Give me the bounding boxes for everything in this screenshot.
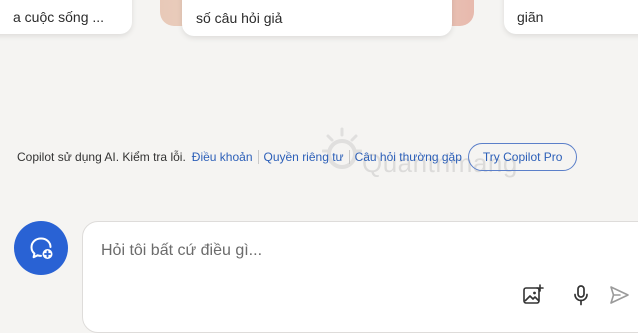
suggestion-card[interactable]: số câu hỏi giả — [182, 0, 452, 36]
faq-link[interactable]: Câu hỏi thường gặp — [355, 150, 462, 164]
chat-composer — [82, 221, 638, 333]
terms-link[interactable]: Điều khoản — [192, 150, 253, 164]
suggestion-card[interactable]: giãn — [504, 0, 638, 34]
new-chat-button[interactable] — [14, 221, 68, 275]
divider — [348, 150, 350, 164]
send-icon — [610, 286, 629, 304]
suggestion-card[interactable]: a cuộc sống ... — [0, 0, 132, 34]
chat-input[interactable] — [99, 238, 563, 264]
microphone-icon — [574, 285, 588, 306]
send-button[interactable] — [607, 283, 631, 307]
suggestion-card-text: a cuộc sống ... — [13, 9, 105, 25]
microphone-button[interactable] — [569, 283, 593, 307]
try-copilot-pro-button[interactable]: Try Copilot Pro — [467, 143, 578, 171]
new-chat-icon — [30, 237, 53, 259]
divider — [257, 150, 259, 164]
add-image-button[interactable] — [521, 283, 545, 307]
add-image-icon — [523, 284, 544, 304]
footer-bar: Copilot sử dụng AI. Kiểm tra lỗi. Điều k… — [17, 141, 578, 173]
ai-disclaimer: Copilot sử dụng AI. Kiểm tra lỗi. — [17, 150, 186, 164]
suggestion-card-text: giãn — [517, 9, 544, 25]
suggestion-card-text: số câu hỏi giả — [196, 10, 283, 26]
privacy-link[interactable]: Quyền riêng tư — [264, 150, 344, 164]
